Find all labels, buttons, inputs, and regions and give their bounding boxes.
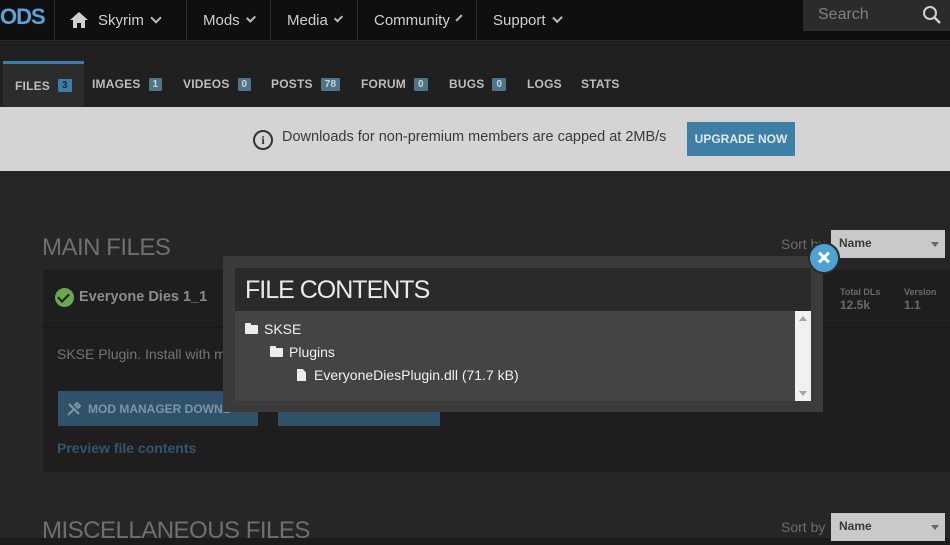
total-dls-label: Total DLs [840,287,881,297]
tree-item-label: EveryoneDiesPlugin.dll (71.7 kB) [314,367,519,383]
modal-scrollbar[interactable] [795,311,811,401]
misc-files-title: MISCELLANEOUS FILES [42,517,310,544]
tab-videos[interactable]: VIDEOS 0 [171,61,263,107]
tab-label: POSTS [271,77,313,91]
search-input[interactable]: Search [818,6,869,24]
sort-select-value: Name [839,236,872,250]
tab-files[interactable]: FILES 3 [3,61,84,107]
download-cap-notice: i Downloads for non-premium members are … [0,107,950,171]
tree-file-dll[interactable]: EveryoneDiesPlugin.dll (71.7 kB) [297,367,519,383]
scroll-up-arrow-icon[interactable] [799,316,807,321]
nav-game-label: Skyrim [98,11,144,29]
mod-manager-download-label: MOD MANAGER DOWNL [88,401,230,416]
nav-media[interactable]: Media [271,0,358,40]
file-description: SKSE Plugin. Install with m [57,346,226,362]
folder-icon [245,322,258,334]
tab-label: STATS [581,77,620,91]
chevron-down-icon [333,13,344,23]
nav-mods-label: Mods [203,11,240,29]
nav-media-label: Media [287,11,328,29]
tab-label: IMAGES [92,77,141,91]
upgrade-now-button[interactable]: UPGRADE NOW [687,122,795,156]
home-icon [70,12,88,28]
tab-count-badge: 0 [414,77,428,91]
sort-select-value: Name [839,519,872,533]
chevron-down-icon [245,12,256,24]
nav-community-label: Community [374,11,450,29]
total-dls-value: 12.5k [840,298,871,312]
tab-label: FORUM [361,77,406,91]
mod-tabs: FILES 3 IMAGES 1 VIDEOS 0 POSTS 78 FORUM 0 BU… [0,41,950,107]
file-icon [297,369,306,381]
chevron-down-icon [551,12,563,24]
nav-community[interactable]: Community [358,0,477,40]
check-circle-icon [55,288,74,307]
tab-count-badge: 3 [58,79,72,92]
tab-label: LOGS [527,77,562,91]
info-icon: i [253,130,273,150]
nav-support[interactable]: Support [477,0,577,40]
file-name: Everyone Dies 1_1 [79,289,208,305]
version-label: Version [904,287,937,297]
chevron-down-icon [455,14,463,22]
site-logo[interactable]: ODS [0,0,55,40]
tree-folder-plugins[interactable]: Plugins [270,344,335,360]
tree-item-label: Plugins [289,344,335,360]
tab-count-badge: 1 [148,77,163,91]
main-files-title: MAIN FILES [42,234,171,261]
top-navbar: ODS Skyrim Mods Media Community Support … [0,0,950,41]
tab-posts[interactable]: POSTS 78 [259,61,352,107]
tab-stats[interactable]: STATS [569,61,632,107]
tab-logs[interactable]: LOGS [515,61,574,107]
nav-mods[interactable]: Mods [187,0,271,40]
tab-count-badge: 0 [492,77,507,91]
tab-label: FILES [15,78,51,93]
search-icon[interactable] [922,5,942,25]
caret-down-icon [931,525,939,530]
tab-count-badge: 78 [320,77,341,91]
folder-icon [270,345,283,357]
nav-game-selector[interactable]: Skyrim [54,0,187,40]
caret-down-icon [931,242,939,247]
logo-text: ODS [0,4,46,29]
modal-title: FILE CONTENTS [245,276,430,304]
tab-label: VIDEOS [183,77,230,91]
search-box[interactable]: Search [803,0,950,31]
tab-forum[interactable]: FORUM 0 [349,61,440,107]
version-value: 1.1 [904,298,921,312]
file-tree: SKSE Plugins EveryoneDiesPlugin.dll (71.… [235,311,811,401]
close-icon[interactable] [808,242,840,274]
scroll-down-arrow-icon[interactable] [799,391,807,396]
tree-folder-skse[interactable]: SKSE [245,321,301,337]
sort-by-label-misc: Sort by [781,519,826,535]
preview-file-contents-link[interactable]: Preview file contents [57,440,196,456]
tools-icon [67,401,82,416]
sort-select-misc[interactable]: Name [831,513,945,541]
nav-support-label: Support [493,11,546,29]
tab-label: BUGS [449,77,485,91]
tree-item-label: SKSE [264,321,302,337]
file-contents-modal: FILE CONTENTS SKSE Plugins EveryoneDiesP… [223,256,823,412]
chevron-down-icon [150,12,162,24]
modal-header: FILE CONTENTS [235,268,811,311]
sort-select[interactable]: Name [831,230,945,258]
tab-images[interactable]: IMAGES 1 [80,61,174,107]
tab-bugs[interactable]: BUGS 0 [437,61,518,107]
notice-message: Downloads for non-premium members are ca… [282,129,667,145]
tab-count-badge: 0 [237,77,252,91]
